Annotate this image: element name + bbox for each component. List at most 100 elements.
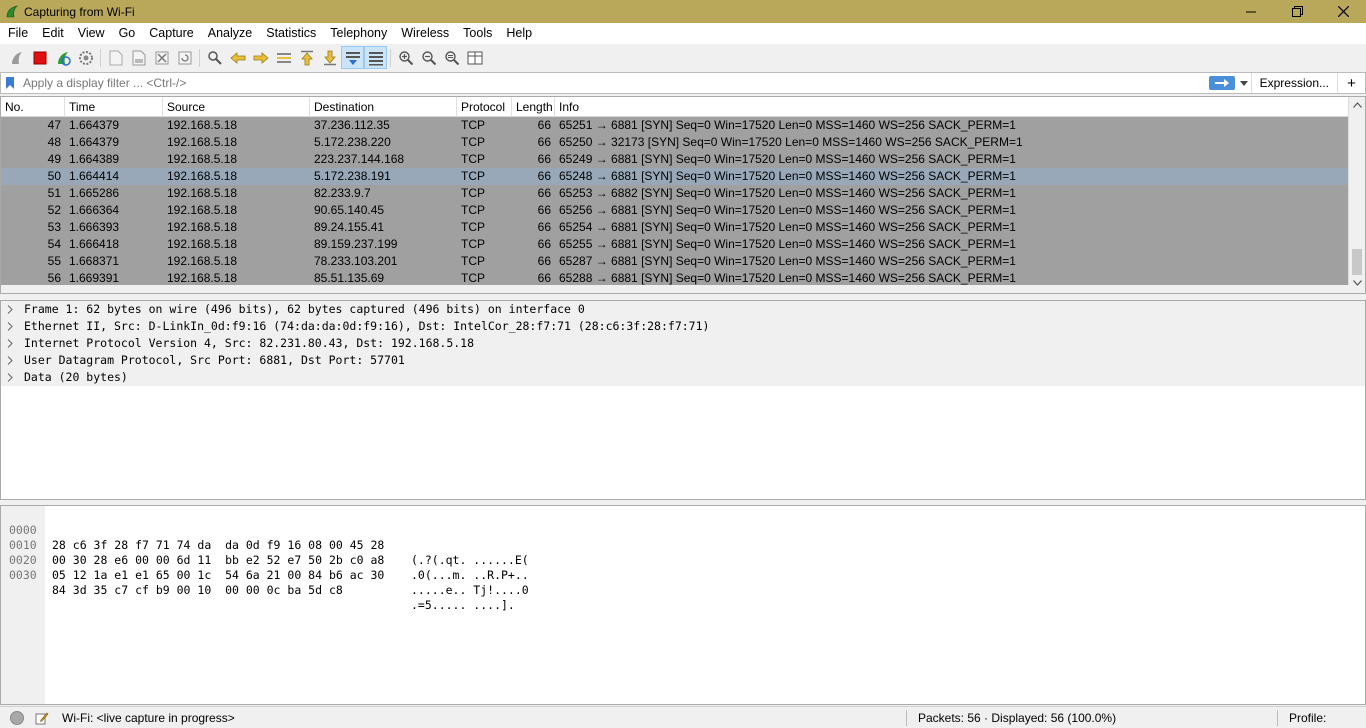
cell-source: 192.168.5.18 bbox=[167, 254, 238, 268]
cell-protocol: TCP bbox=[461, 220, 485, 234]
scroll-down-button[interactable] bbox=[1349, 275, 1365, 291]
find-packet-button[interactable] bbox=[203, 46, 226, 69]
filter-bookmark-button[interactable] bbox=[1, 73, 19, 93]
packet-row[interactable]: 48 1.664379 192.168.5.18 5.172.238.220 T… bbox=[1, 134, 1350, 151]
menu-analyze[interactable]: Analyze bbox=[201, 23, 259, 44]
cell-destination: 223.237.144.168 bbox=[314, 152, 405, 166]
packet-row[interactable]: 55 1.668371 192.168.5.18 78.233.103.201 … bbox=[1, 253, 1350, 270]
zoom-in-button[interactable] bbox=[394, 46, 417, 69]
file-icon bbox=[109, 50, 122, 65]
packet-row[interactable]: 47 1.664379 192.168.5.18 37.236.112.35 T… bbox=[1, 117, 1350, 134]
menu-telephony[interactable]: Telephony bbox=[323, 23, 394, 44]
column-header-time[interactable]: Time bbox=[65, 97, 163, 117]
menu-wireless[interactable]: Wireless bbox=[394, 23, 456, 44]
detail-udp[interactable]: User Datagram Protocol, Src Port: 6881, … bbox=[1, 352, 709, 369]
menu-help[interactable]: Help bbox=[499, 23, 539, 44]
expert-info-icon[interactable] bbox=[10, 710, 24, 725]
menu-edit[interactable]: Edit bbox=[35, 23, 71, 44]
go-forward-button[interactable] bbox=[249, 46, 272, 69]
title-bar: Capturing from Wi-Fi bbox=[0, 0, 1366, 23]
menu-file[interactable]: File bbox=[1, 23, 35, 44]
byte-line[interactable]: 0030 84 3d 35 c7 cf b9 00 10 00 00 0c ba… bbox=[1, 553, 515, 612]
detail-ethernet[interactable]: Ethernet II, Src: D-LinkIn_0d:f9:16 (74:… bbox=[1, 318, 709, 335]
apply-filter-button[interactable] bbox=[1208, 76, 1235, 90]
auto-scroll-button[interactable] bbox=[341, 46, 364, 69]
menu-bar: File Edit View Go Capture Analyze Statis… bbox=[0, 23, 1366, 44]
go-last-button[interactable] bbox=[318, 46, 341, 69]
menu-statistics[interactable]: Statistics bbox=[259, 23, 323, 44]
go-to-packet-button[interactable] bbox=[272, 46, 295, 69]
add-filter-button[interactable]: + bbox=[1337, 73, 1365, 93]
column-header-destination[interactable]: Destination bbox=[310, 97, 457, 117]
capture-options-button[interactable] bbox=[74, 46, 97, 69]
go-back-button[interactable] bbox=[226, 46, 249, 69]
start-capture-button[interactable] bbox=[5, 46, 28, 69]
column-header-length[interactable]: Length bbox=[512, 97, 555, 117]
column-header-info[interactable]: Info bbox=[555, 97, 1350, 117]
arrow-right-icon bbox=[253, 51, 269, 64]
packet-list-horizontal-scrollbar[interactable] bbox=[1, 285, 1350, 293]
detail-data[interactable]: Data (20 bytes) bbox=[1, 369, 709, 386]
chevron-right-icon bbox=[7, 339, 13, 348]
reload-file-button[interactable] bbox=[173, 46, 196, 69]
restore-button[interactable] bbox=[1274, 0, 1320, 23]
packet-list-vertical-scrollbar[interactable] bbox=[1348, 97, 1365, 293]
cell-protocol: TCP bbox=[461, 152, 485, 166]
packet-row[interactable]: 52 1.666364 192.168.5.18 90.65.140.45 TC… bbox=[1, 202, 1350, 219]
stop-capture-button[interactable] bbox=[28, 46, 51, 69]
normal-size-button[interactable] bbox=[440, 46, 463, 69]
detail-frame[interactable]: Frame 1: 62 bytes on wire (496 bits), 62… bbox=[1, 301, 709, 318]
menu-capture[interactable]: Capture bbox=[142, 23, 200, 44]
packet-row[interactable]: 54 1.666418 192.168.5.18 89.159.237.199 … bbox=[1, 236, 1350, 253]
column-header-no[interactable]: No. bbox=[1, 97, 65, 117]
column-header-source[interactable]: Source bbox=[163, 97, 310, 117]
chevron-down-icon bbox=[1352, 280, 1362, 286]
detail-ipv4[interactable]: Internet Protocol Version 4, Src: 82.231… bbox=[1, 335, 709, 352]
display-filter-input[interactable] bbox=[19, 73, 1209, 93]
cell-destination: 90.65.140.45 bbox=[314, 203, 385, 217]
capture-status-text: Wi-Fi: <live capture in progress> bbox=[62, 710, 235, 725]
cell-protocol: TCP bbox=[461, 169, 485, 183]
open-file-button[interactable] bbox=[104, 46, 127, 69]
expression-button[interactable]: Expression... bbox=[1250, 73, 1337, 93]
minimize-button[interactable] bbox=[1228, 0, 1274, 23]
details-tree: Frame 1: 62 bytes on wire (496 bits), 62… bbox=[1, 301, 709, 386]
profile-button[interactable]: Profile: Default bbox=[1289, 707, 1366, 728]
packet-row-selected[interactable]: 50 1.664414 192.168.5.18 5.172.238.191 T… bbox=[1, 168, 1350, 185]
display-filter-bar: Expression... + bbox=[0, 72, 1366, 94]
menu-go[interactable]: Go bbox=[112, 23, 143, 44]
cell-time: 1.664389 bbox=[69, 152, 120, 166]
zoom-out-button[interactable] bbox=[417, 46, 440, 69]
cell-length: 66 bbox=[537, 237, 551, 251]
byte-line[interactable]: 0000 28 c6 3f 28 f7 71 74 da da 0d f9 16… bbox=[1, 508, 529, 567]
filter-history-dropdown[interactable] bbox=[1237, 73, 1251, 93]
close-button[interactable] bbox=[1320, 0, 1366, 23]
byte-line[interactable]: 0020 05 12 1a e1 e1 65 00 1c 54 6a 21 00… bbox=[1, 538, 529, 597]
cell-info: 65254 → 6881 [SYN] Seq=0 Win=17520 Len=0… bbox=[559, 220, 1016, 234]
cell-protocol: TCP bbox=[461, 135, 485, 149]
menu-tools[interactable]: Tools bbox=[456, 23, 499, 44]
save-file-button[interactable] bbox=[127, 46, 150, 69]
capture-comment-button[interactable] bbox=[34, 710, 50, 726]
restart-capture-button[interactable] bbox=[51, 46, 74, 69]
cell-source: 192.168.5.18 bbox=[167, 203, 238, 217]
cell-length: 66 bbox=[537, 220, 551, 234]
column-header-protocol[interactable]: Protocol bbox=[457, 97, 512, 117]
cell-info: 65256 → 6881 [SYN] Seq=0 Win=17520 Len=0… bbox=[559, 203, 1016, 217]
cell-no: 51 bbox=[47, 186, 61, 200]
resize-columns-button[interactable] bbox=[463, 46, 486, 69]
packet-row[interactable]: 51 1.665286 192.168.5.18 82.233.9.7 TCP … bbox=[1, 185, 1350, 202]
close-file-button[interactable] bbox=[150, 46, 173, 69]
byte-hex: 28 c6 3f 28 f7 71 74 da da 0d f9 16 08 0… bbox=[52, 538, 385, 552]
scroll-up-button[interactable] bbox=[1349, 97, 1365, 113]
colorize-button[interactable] bbox=[364, 46, 387, 69]
packet-row[interactable]: 49 1.664389 192.168.5.18 223.237.144.168… bbox=[1, 151, 1350, 168]
arrow-up-icon bbox=[300, 50, 313, 65]
go-first-button[interactable] bbox=[295, 46, 318, 69]
window-title: Capturing from Wi-Fi bbox=[24, 4, 135, 19]
menu-view[interactable]: View bbox=[71, 23, 112, 44]
byte-line[interactable]: 0010 00 30 28 e6 00 00 6d 11 bb e2 52 e7… bbox=[1, 523, 529, 582]
packet-row[interactable]: 53 1.666393 192.168.5.18 89.24.155.41 TC… bbox=[1, 219, 1350, 236]
edit-comment-icon bbox=[35, 712, 49, 724]
scroll-thumb[interactable] bbox=[1352, 249, 1362, 275]
